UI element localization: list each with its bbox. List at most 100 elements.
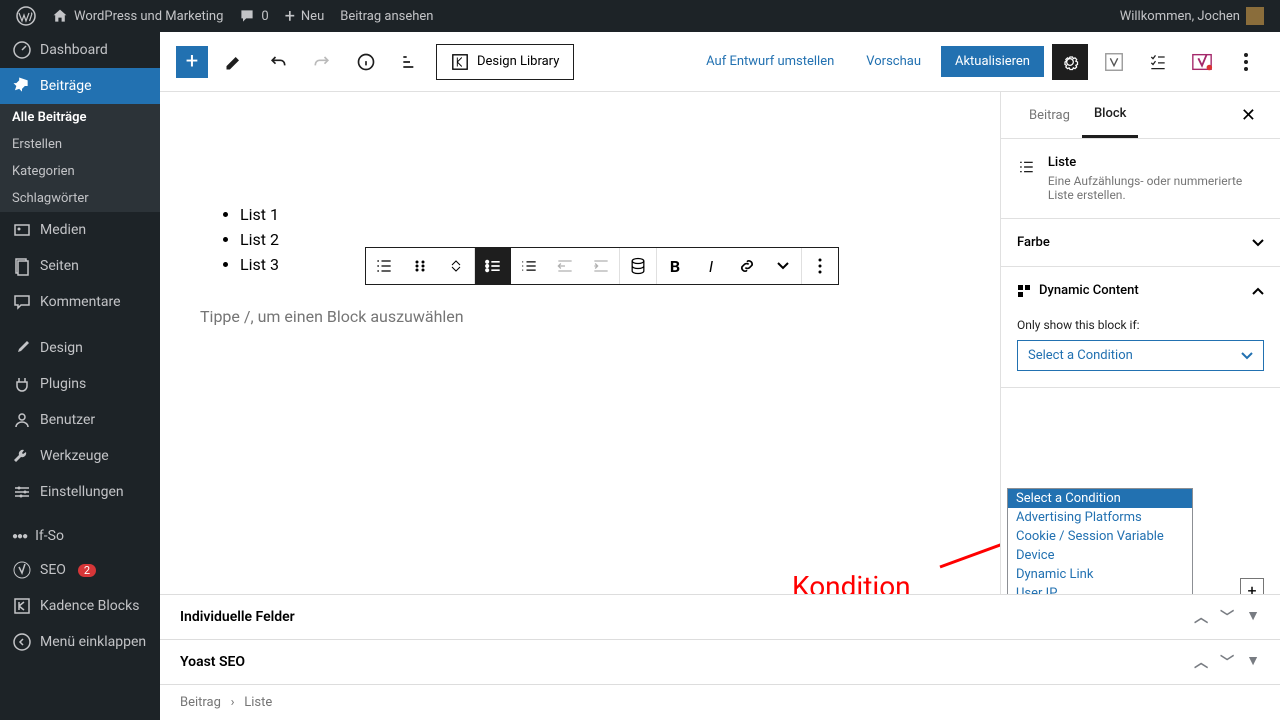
more-menu[interactable] xyxy=(1228,44,1264,80)
menu-settings[interactable]: Einstellungen xyxy=(0,474,160,510)
ul-icon xyxy=(483,256,503,276)
tab-block[interactable]: Block xyxy=(1082,92,1138,138)
wrench-icon xyxy=(12,446,32,466)
panel-color[interactable]: Farbe xyxy=(1001,219,1280,267)
switch-draft-button[interactable]: Auf Entwurf umstellen xyxy=(694,46,846,77)
block-placeholder[interactable]: Tippe /, um einen Block auszuwählen xyxy=(200,307,960,326)
block-type-button[interactable] xyxy=(366,248,402,284)
dropdown-option[interactable]: User IP xyxy=(1008,584,1192,594)
admin-bar: WordPress und Marketing 0 +Neu Beitrag a… xyxy=(0,0,1280,32)
pencil-icon xyxy=(224,52,244,72)
italic-button[interactable]: I xyxy=(693,248,729,284)
breadcrumb-item[interactable]: Beitrag xyxy=(180,695,221,710)
redo-icon xyxy=(312,52,332,72)
admin-sidebar: Dashboard Beiträge Alle Beiträge Erstell… xyxy=(0,32,160,720)
menu-plugins[interactable]: Plugins xyxy=(0,366,160,402)
metabox-up[interactable]: ︿ xyxy=(1194,652,1208,672)
dropdown-option[interactable]: Dynamic Link xyxy=(1008,565,1192,584)
panel-close-button[interactable]: ✕ xyxy=(1233,97,1264,134)
submenu-categories[interactable]: Kategorien xyxy=(0,158,160,185)
site-name[interactable]: WordPress und Marketing xyxy=(44,0,231,32)
redo-button[interactable] xyxy=(304,44,340,80)
ol-icon xyxy=(519,256,539,276)
wp-logo[interactable] xyxy=(8,0,44,32)
outline-button[interactable] xyxy=(392,44,428,80)
indent-button[interactable] xyxy=(583,248,619,284)
edit-mode-button[interactable] xyxy=(216,44,252,80)
editor-canvas[interactable]: B I List 1 List 2 List 3 Tippe /, um ein… xyxy=(160,92,1000,594)
new-content[interactable]: +Neu xyxy=(277,0,333,32)
metabox-toggle[interactable]: ▼ xyxy=(1246,652,1260,672)
bold-button[interactable]: B xyxy=(657,248,693,284)
site-name-label: WordPress und Marketing xyxy=(74,9,223,24)
metabox-custom-fields[interactable]: Individuelle Felder ︿ ﹀ ▼ xyxy=(160,594,1280,639)
submenu-tags[interactable]: Schlagwörter xyxy=(0,185,160,212)
info-button[interactable] xyxy=(348,44,384,80)
dropdown-option[interactable]: Select a Condition xyxy=(1008,489,1192,508)
list-icon xyxy=(374,256,394,276)
menu-design[interactable]: Design xyxy=(0,330,160,366)
ordered-list-button[interactable] xyxy=(511,248,547,284)
block-more-button[interactable] xyxy=(802,248,838,284)
menu-dashboard[interactable]: Dashboard xyxy=(0,32,160,68)
plug-icon xyxy=(12,374,32,394)
design-library-button[interactable]: Design Library xyxy=(436,44,574,80)
kadence-icon xyxy=(12,596,32,616)
menu-comments[interactable]: Kommentare xyxy=(0,284,160,320)
breadcrumb-item[interactable]: Liste xyxy=(244,695,272,710)
metabox-up[interactable]: ︿ xyxy=(1194,607,1208,627)
user-greeting[interactable]: Willkommen, Jochen xyxy=(1112,0,1272,32)
metabox-down[interactable]: ﹀ xyxy=(1220,607,1234,627)
view-post[interactable]: Beitrag ansehen xyxy=(332,0,441,32)
ifso-icon xyxy=(1103,51,1125,73)
annotation-text: Kondition auswählen xyxy=(792,570,1000,594)
metabox-toggle[interactable]: ▼ xyxy=(1246,607,1260,627)
link-button[interactable] xyxy=(729,248,765,284)
yoast-panel-button[interactable] xyxy=(1184,44,1220,80)
panel-button-2[interactable] xyxy=(1140,44,1176,80)
drag-handle[interactable] xyxy=(402,248,438,284)
dropdown-option[interactable]: Device xyxy=(1008,546,1192,565)
add-block-button[interactable]: + xyxy=(176,46,208,78)
menu-seo[interactable]: SEO2 xyxy=(0,552,160,588)
dots-icon xyxy=(1244,53,1248,71)
outdent-button[interactable] xyxy=(547,248,583,284)
menu-collapse[interactable]: Menü einklappen xyxy=(0,624,160,660)
ifso-panel-button[interactable] xyxy=(1096,44,1132,80)
plus-icon: + xyxy=(285,6,295,27)
dropdown-option[interactable]: Advertising Platforms xyxy=(1008,508,1192,527)
undo-button[interactable] xyxy=(260,44,296,80)
comments-count[interactable]: 0 xyxy=(231,0,276,32)
sliders-icon xyxy=(12,482,32,502)
chevron-down-icon xyxy=(777,262,789,270)
metabox-down[interactable]: ﹀ xyxy=(1220,652,1234,672)
panel-dynamic: Dynamic Content Only show this block if:… xyxy=(1001,267,1280,388)
tab-post[interactable]: Beitrag xyxy=(1017,94,1082,137)
comment-icon xyxy=(239,8,255,24)
menu-tools[interactable]: Werkzeuge xyxy=(0,438,160,474)
block-toolbar: B I xyxy=(365,247,839,285)
condition-select[interactable]: Select a Condition xyxy=(1017,340,1264,371)
move-buttons[interactable] xyxy=(438,248,474,284)
menu-pages[interactable]: Seiten xyxy=(0,248,160,284)
menu-users[interactable]: Benutzer xyxy=(0,402,160,438)
settings-toggle[interactable] xyxy=(1052,44,1088,80)
list-item[interactable]: List 1 xyxy=(240,202,960,227)
ifso-icon xyxy=(1017,284,1031,298)
preview-button[interactable]: Vorschau xyxy=(854,46,933,77)
add-panel-button[interactable]: + xyxy=(1240,578,1264,594)
more-format-button[interactable] xyxy=(765,248,801,284)
dynamic-button[interactable] xyxy=(620,248,656,284)
unordered-list-button[interactable] xyxy=(475,248,511,284)
update-button[interactable]: Aktualisieren xyxy=(941,46,1044,77)
menu-ifso[interactable]: ●●●If-So xyxy=(0,520,160,552)
metabox-yoast[interactable]: Yoast SEO ︿ ﹀ ▼ xyxy=(160,639,1280,684)
menu-media[interactable]: Medien xyxy=(0,212,160,248)
menu-kadence[interactable]: Kadence Blocks xyxy=(0,588,160,624)
dots-icon xyxy=(818,258,822,274)
menu-posts[interactable]: Beiträge xyxy=(0,68,160,104)
posts-submenu: Alle Beiträge Erstellen Kategorien Schla… xyxy=(0,104,160,212)
dropdown-option[interactable]: Cookie / Session Variable xyxy=(1008,527,1192,546)
submenu-create[interactable]: Erstellen xyxy=(0,131,160,158)
submenu-all-posts[interactable]: Alle Beiträge xyxy=(0,104,160,131)
